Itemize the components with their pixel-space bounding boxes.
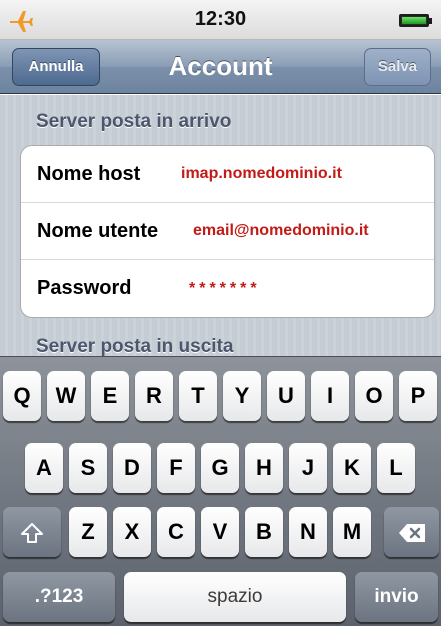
status-time: 12:30	[194, 8, 247, 30]
incoming-server-header: Server posta in arrivo	[36, 111, 232, 132]
password-row[interactable]: Password *******	[21, 260, 434, 317]
save-button[interactable]: Salva	[364, 48, 431, 86]
key-n[interactable]: N	[289, 507, 327, 557]
shift-icon	[20, 519, 44, 544]
key-l[interactable]: L	[377, 443, 415, 493]
host-row[interactable]: Nome host imap.nomedominio.it	[21, 146, 434, 203]
navigation-bar: Annulla Account Salva	[0, 40, 441, 94]
space-key[interactable]: spazio	[124, 572, 346, 622]
key-w[interactable]: W	[47, 371, 85, 421]
password-field[interactable]: *******	[189, 280, 261, 298]
key-j[interactable]: J	[289, 443, 327, 493]
outgoing-server-header: Server posta in uscita	[36, 336, 234, 357]
key-v[interactable]: V	[201, 507, 239, 557]
return-key[interactable]: invio	[355, 572, 438, 622]
key-t[interactable]: T	[179, 371, 217, 421]
key-d[interactable]: D	[113, 443, 151, 493]
key-g[interactable]: G	[201, 443, 239, 493]
key-r[interactable]: R	[135, 371, 173, 421]
key-p[interactable]: P	[399, 371, 437, 421]
username-row[interactable]: Nome utente email@nomedominio.it	[21, 203, 434, 260]
numbers-key[interactable]: .?123	[3, 572, 115, 622]
key-x[interactable]: X	[113, 507, 151, 557]
key-y[interactable]: Y	[223, 371, 261, 421]
key-c[interactable]: C	[157, 507, 195, 557]
password-label: Password	[37, 277, 132, 299]
key-u[interactable]: U	[267, 371, 305, 421]
key-m[interactable]: M	[333, 507, 371, 557]
key-b[interactable]: B	[245, 507, 283, 557]
battery-icon	[399, 14, 432, 27]
backspace-icon	[397, 519, 427, 544]
key-f[interactable]: F	[157, 443, 195, 493]
delete-key[interactable]	[384, 507, 439, 557]
settings-content: Server posta in arrivo Nome host imap.no…	[0, 95, 441, 357]
username-label: Nome utente	[37, 220, 159, 242]
key-q[interactable]: Q	[3, 371, 41, 421]
key-i[interactable]: I	[311, 371, 349, 421]
key-h[interactable]: H	[245, 443, 283, 493]
key-z[interactable]: Z	[69, 507, 107, 557]
key-e[interactable]: E	[91, 371, 129, 421]
key-o[interactable]: O	[355, 371, 393, 421]
key-s[interactable]: S	[69, 443, 107, 493]
shift-key[interactable]	[3, 507, 61, 557]
status-bar: 12:30	[0, 0, 441, 40]
keyboard: Q W E R T Y U I O P A S D F G H J K L Z …	[0, 356, 441, 626]
username-field[interactable]: email@nomedominio.it	[193, 222, 369, 240]
host-label: Nome host	[37, 163, 141, 185]
key-a[interactable]: A	[25, 443, 63, 493]
host-field[interactable]: imap.nomedominio.it	[181, 165, 342, 183]
incoming-server-group: Nome host imap.nomedominio.it Nome utent…	[20, 145, 435, 318]
key-k[interactable]: K	[333, 443, 371, 493]
